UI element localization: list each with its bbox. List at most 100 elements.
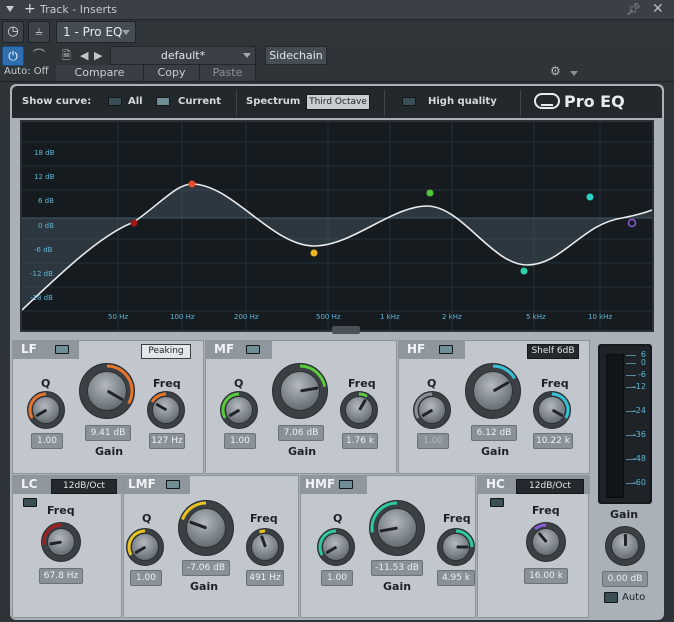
hf-gain-value[interactable]: 6.12 dB: [471, 425, 517, 441]
sidechain-button[interactable]: Sidechain: [265, 46, 327, 65]
graph-resize-handle[interactable]: [332, 326, 360, 334]
output-meter: 6 0 -6 -12 -24 -36 -48 -60: [598, 344, 652, 504]
band-lmf: LMF Q Freq 1.00 -7.06 dB Gain 491 Hz: [123, 475, 299, 618]
add-icon[interactable]: +: [24, 1, 36, 17]
lf-gain-knob[interactable]: [79, 363, 135, 419]
spectrum-mode-button[interactable]: Third Octave: [306, 94, 370, 110]
lc-enable-toggle[interactable]: [23, 498, 37, 507]
clock-icon[interactable]: ◷: [2, 21, 24, 43]
auto-off-label[interactable]: Auto: Off: [4, 66, 49, 77]
mf-q-knob[interactable]: [220, 391, 258, 429]
chevron-down-icon[interactable]: [570, 71, 578, 76]
hmf-q-value[interactable]: 1.00: [321, 570, 353, 586]
lmf-gain-knob[interactable]: [178, 500, 234, 556]
hmf-freq-value[interactable]: 4.95 k: [437, 570, 475, 586]
hf-gain-knob[interactable]: [465, 363, 521, 419]
window-title: Track - Inserts: [40, 3, 118, 16]
freq-label: Freq: [153, 377, 181, 390]
band-mf: MF Q Freq 1.00 7.06 dB Gain 1.76 k: [205, 340, 397, 474]
gain-label: Gain: [288, 445, 317, 458]
hf-q-value[interactable]: 1.00: [417, 433, 449, 449]
hmf-freq-knob[interactable]: [437, 528, 475, 566]
hc-node[interactable]: [627, 218, 637, 228]
db-label: 18 dB: [34, 149, 55, 157]
lmf-freq-knob[interactable]: [246, 528, 284, 566]
eq-graph[interactable]: 18 dB 12 dB 6 dB 0 dB -6 dB -12 dB -18 d…: [20, 120, 654, 332]
hc-slope-select[interactable]: 12dB/Oct: [516, 479, 584, 494]
hf-node[interactable]: [586, 193, 594, 201]
lf-gain-value[interactable]: 9.41 dB: [85, 425, 131, 441]
power-button[interactable]: ⏻: [2, 46, 24, 66]
pin-icon[interactable]: 📌︎: [626, 2, 641, 16]
hc-enable-toggle[interactable]: [490, 498, 504, 507]
mf-freq-knob[interactable]: [340, 391, 378, 429]
hmf-gain-value[interactable]: -11.53 dB: [371, 560, 423, 576]
freq-label: 100 Hz: [170, 313, 195, 321]
insert-tab[interactable]: 1 - Pro EQ: [56, 21, 136, 43]
lc-freq-value[interactable]: 67.8 Hz: [39, 568, 83, 584]
hmf-enable-toggle[interactable]: [339, 480, 353, 489]
hmf-q-knob[interactable]: [317, 528, 355, 566]
eq-curve-svg[interactable]: [22, 122, 652, 330]
hf-freq-knob[interactable]: [533, 391, 571, 429]
db-label: 0 dB: [38, 222, 54, 230]
preset-select[interactable]: default*: [110, 46, 256, 65]
current-curve-toggle[interactable]: [156, 97, 170, 106]
lmf-freq-value[interactable]: 491 Hz: [246, 570, 284, 586]
hf-q-knob[interactable]: [413, 391, 451, 429]
auto-gain-toggle[interactable]: [604, 592, 618, 603]
lmf-q-knob[interactable]: [126, 528, 164, 566]
meter-tick-line: [626, 435, 636, 436]
hf-type-select[interactable]: Shelf 6dB: [527, 344, 579, 359]
high-quality-toggle[interactable]: [402, 97, 416, 106]
mf-node[interactable]: [426, 189, 434, 197]
next-preset-icon[interactable]: ▶: [94, 46, 102, 66]
lf-q-value[interactable]: 1.00: [31, 433, 63, 449]
output-gain-value[interactable]: 0.00 dB: [602, 571, 648, 587]
hc-freq-value[interactable]: 16.00 k: [524, 568, 568, 584]
eq-curve-fill: [22, 184, 652, 310]
hc-freq-knob[interactable]: [526, 522, 566, 562]
prev-preset-icon[interactable]: ◀: [80, 46, 88, 66]
automation-icon[interactable]: ⌒: [28, 46, 50, 66]
lf-enable-toggle[interactable]: [55, 345, 69, 354]
lmf-gain-value[interactable]: -7.06 dB: [182, 560, 230, 576]
output-gain-knob[interactable]: [605, 526, 645, 566]
chevron-down-icon[interactable]: [122, 30, 130, 35]
band-name: MF: [214, 342, 235, 356]
lf-node[interactable]: [188, 180, 196, 188]
routing-icon[interactable]: ⫨: [28, 21, 50, 43]
current-label: Current: [178, 96, 222, 107]
lmf-node[interactable]: [310, 249, 318, 257]
lmf-q-value[interactable]: 1.00: [130, 570, 162, 586]
lf-type-select[interactable]: Peaking: [141, 344, 191, 359]
lc-slope-select[interactable]: 12dB/Oct: [51, 479, 117, 494]
preset-file-icon[interactable]: 🗎︎: [62, 46, 71, 66]
hf-freq-value[interactable]: 10.22 k: [533, 433, 573, 449]
hf-enable-toggle[interactable]: [439, 345, 453, 354]
lmf-enable-toggle[interactable]: [166, 480, 180, 489]
band-name: HF: [407, 342, 426, 356]
mf-gain-knob[interactable]: [272, 363, 328, 419]
presonus-logo-icon: [534, 93, 560, 109]
gear-icon[interactable]: ⚙: [550, 64, 561, 78]
lf-q-knob[interactable]: [27, 391, 65, 429]
mf-gain-value[interactable]: 7.06 dB: [278, 425, 324, 441]
hmf-node[interactable]: [520, 267, 528, 275]
mf-q-value[interactable]: 1.00: [224, 433, 256, 449]
copy-button[interactable]: Copy: [144, 65, 200, 81]
hmf-gain-knob[interactable]: [369, 500, 425, 556]
close-icon[interactable]: ✕: [652, 1, 664, 17]
collapse-triangle-icon[interactable]: [6, 6, 14, 12]
mf-freq-value[interactable]: 1.76 k: [342, 433, 378, 449]
lf-freq-value[interactable]: 127 Hz: [149, 433, 185, 449]
all-curve-toggle[interactable]: [108, 97, 122, 106]
lc-node[interactable]: [130, 219, 138, 227]
control-row: ⏻ ⌒ Auto: Off 🗎︎ ◀ ▶ default* Sidechain …: [0, 44, 674, 82]
paste-button[interactable]: Paste: [200, 65, 256, 81]
mf-enable-toggle[interactable]: [246, 345, 260, 354]
compare-button[interactable]: Compare: [56, 65, 144, 81]
freq-label: Freq: [541, 377, 569, 390]
lf-freq-knob[interactable]: [147, 391, 185, 429]
lc-freq-knob[interactable]: [41, 522, 81, 562]
